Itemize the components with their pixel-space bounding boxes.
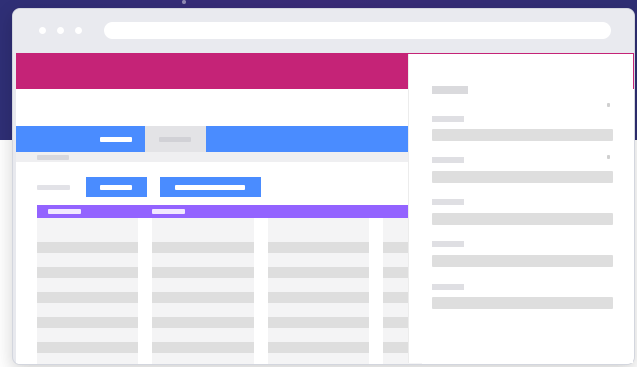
table-cell (268, 242, 369, 253)
table-body (16, 218, 422, 364)
table-cell (268, 267, 369, 278)
table-cell (268, 317, 369, 328)
field-input[interactable] (432, 297, 613, 309)
table-header-bar (37, 205, 422, 218)
table-cell (152, 317, 254, 328)
table-cell (152, 267, 254, 278)
tab-bar (16, 126, 422, 152)
table-cell (37, 292, 138, 303)
field-input[interactable] (432, 171, 613, 183)
field-label-placeholder (432, 284, 464, 290)
window-dot-icon[interactable] (57, 27, 64, 34)
toolbar-label-placeholder (37, 155, 69, 160)
table-cell (37, 267, 138, 278)
browser-chrome (13, 9, 634, 52)
field-input[interactable] (432, 213, 613, 225)
address-bar[interactable] (104, 22, 611, 39)
table-cell (152, 342, 254, 353)
screenshot-canvas: #2f2f76 (0, 0, 637, 367)
field-label-placeholder (432, 199, 464, 205)
table-cell (268, 342, 369, 353)
tab-inactive[interactable] (96, 126, 147, 152)
secondary-action-button[interactable] (160, 177, 261, 197)
window-dot-icon[interactable] (75, 27, 82, 34)
side-panel (409, 54, 633, 363)
resize-handle-icon[interactable] (607, 155, 610, 159)
window-dot-icon[interactable] (39, 27, 46, 34)
table-cell (37, 242, 138, 253)
column-header-placeholder (48, 209, 81, 214)
tab-active[interactable] (145, 126, 206, 152)
filter-label-placeholder (37, 185, 70, 190)
button-label-placeholder (100, 185, 132, 190)
panel-title-placeholder (432, 86, 468, 94)
resize-handle-icon[interactable] (607, 103, 610, 107)
field-input[interactable] (432, 129, 613, 141)
field-label-placeholder (432, 241, 464, 247)
table-cell (152, 242, 254, 253)
table-cell (152, 292, 254, 303)
tab-label-placeholder (100, 137, 132, 142)
decorative-dot (182, 0, 186, 4)
primary-action-button[interactable] (86, 177, 147, 197)
sub-toolbar (16, 152, 422, 162)
column-header-placeholder (152, 209, 185, 214)
table-cell (37, 317, 138, 328)
button-label-placeholder (175, 185, 245, 190)
field-label-placeholder (432, 116, 464, 122)
table-cell (37, 342, 138, 353)
field-label-placeholder (432, 157, 464, 163)
field-input[interactable] (432, 255, 613, 267)
table-cell (268, 292, 369, 303)
tab-label-placeholder (159, 137, 191, 142)
